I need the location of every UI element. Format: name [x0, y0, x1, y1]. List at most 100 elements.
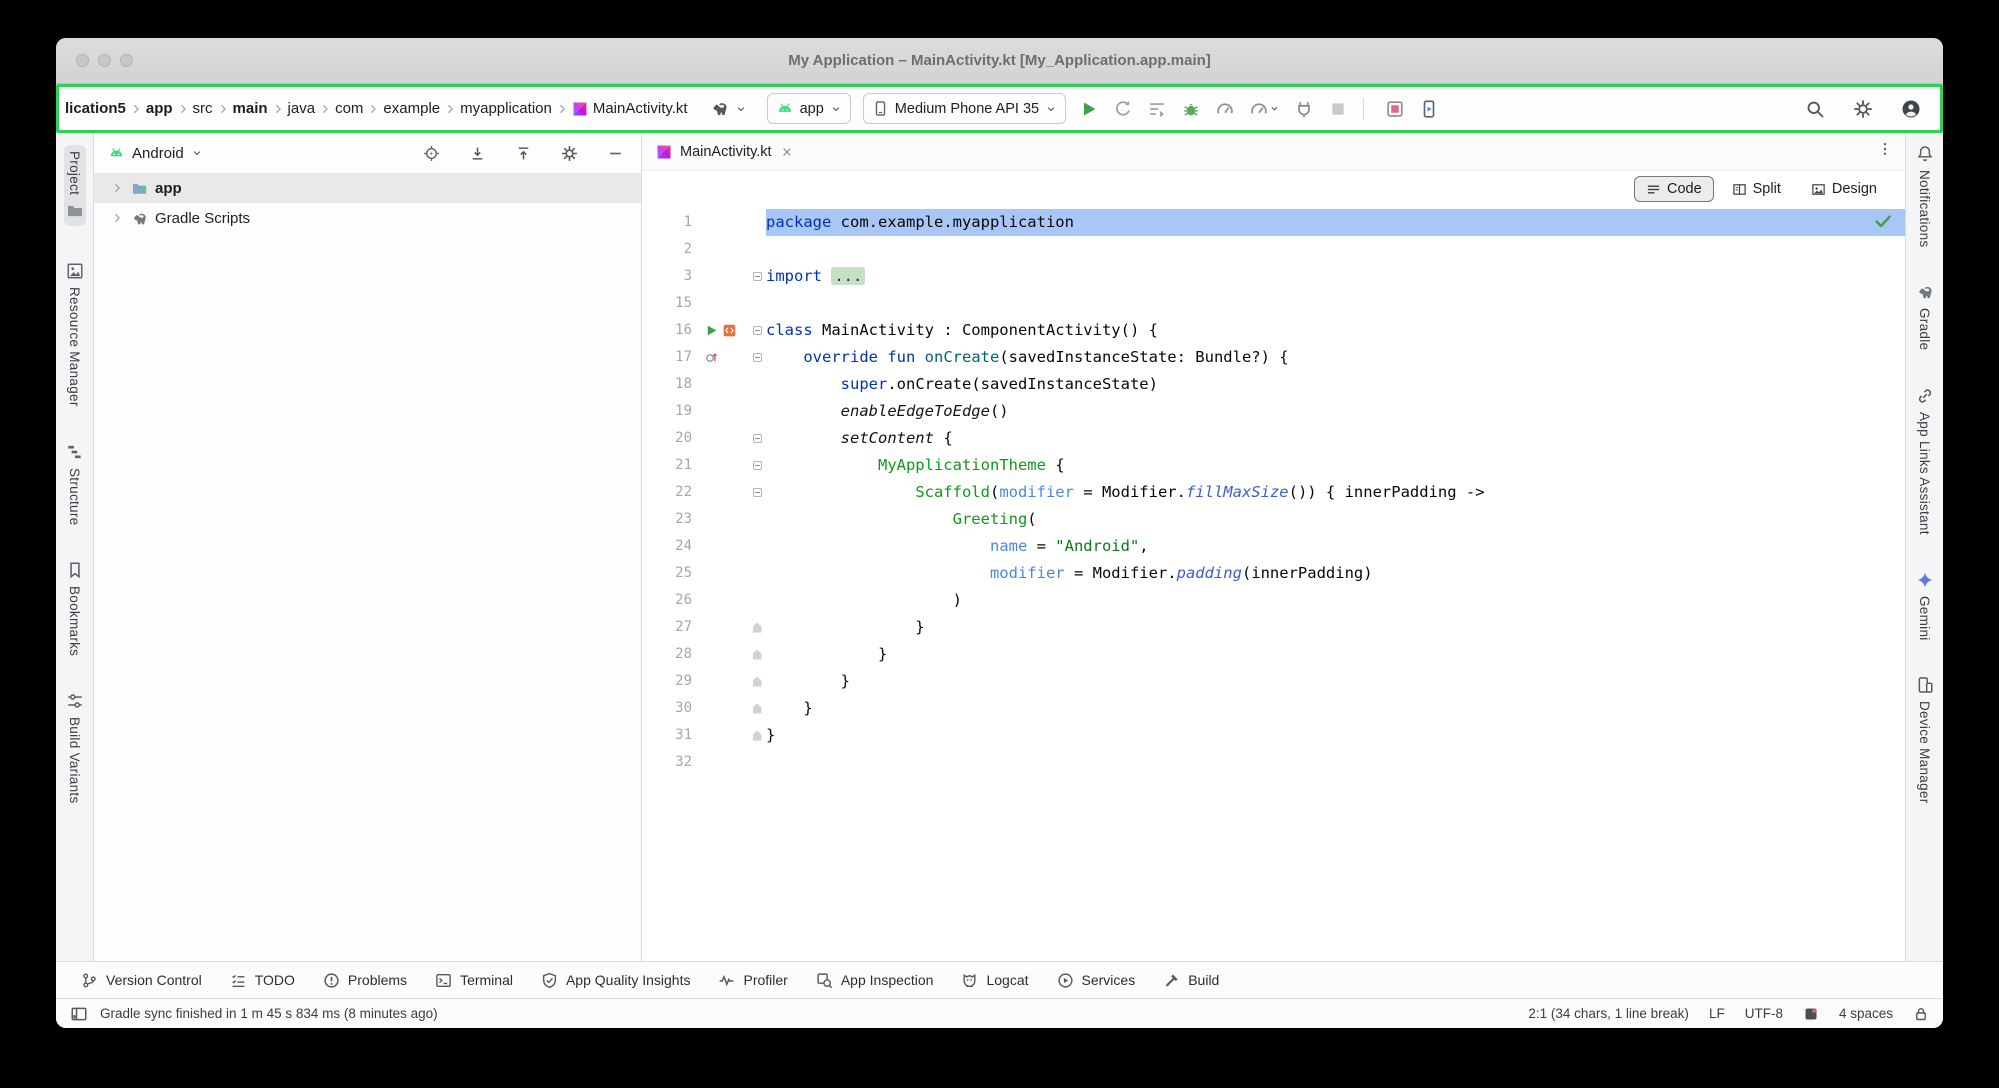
editor-tab[interactable]: MainActivity.kt: [642, 133, 808, 170]
caret-position[interactable]: 2:1 (34 chars, 1 line break): [1528, 1006, 1689, 1021]
fold-marker-icon[interactable]: [753, 677, 762, 687]
breadcrumb-item-src[interactable]: src: [191, 99, 215, 118]
code-line-15[interactable]: 15: [642, 290, 1905, 317]
layout-inspector-button[interactable]: [1381, 95, 1409, 123]
code-line-25[interactable]: 25 modifier = Modifier.padding(innerPadd…: [642, 560, 1905, 587]
code-line-26[interactable]: 26 ): [642, 587, 1905, 614]
view-mode-design[interactable]: Design: [1799, 176, 1889, 202]
tool-window-app-quality-insights[interactable]: App Quality Insights: [530, 968, 702, 993]
tool-window-build[interactable]: Build: [1152, 968, 1230, 993]
apply-changes-button[interactable]: [1109, 95, 1137, 123]
tool-stripe-device-manager[interactable]: Device Manager: [1916, 676, 1934, 804]
fold-marker-icon[interactable]: [753, 461, 762, 470]
inspections-ok-icon[interactable]: [1873, 211, 1893, 231]
code-line-30[interactable]: 30 }: [642, 695, 1905, 722]
running-devices-button[interactable]: [1415, 95, 1443, 123]
tree-node-gradle-scripts[interactable]: Gradle Scripts: [94, 203, 641, 233]
breadcrumb-item-mainactivity-kt[interactable]: MainActivity.kt: [570, 99, 690, 118]
code-line-17[interactable]: 17 override fun onCreate(savedInstanceSt…: [642, 344, 1905, 371]
tool-stripe-gradle[interactable]: Gradle: [1916, 283, 1934, 350]
gradle-sync-button[interactable]: [702, 97, 755, 120]
minimize-window-button[interactable]: [98, 54, 111, 67]
fold-marker-icon[interactable]: [753, 731, 762, 741]
stop-button[interactable]: [1324, 95, 1352, 123]
fold-marker-icon[interactable]: [753, 326, 762, 335]
editor-options-icon[interactable]: [1877, 141, 1905, 162]
run-button[interactable]: [1075, 95, 1103, 123]
profile-avatar-button[interactable]: [1897, 95, 1925, 123]
settings-button[interactable]: [557, 141, 582, 166]
tool-window-toggle-icon[interactable]: [70, 1005, 88, 1023]
tool-stripe-resource-manager[interactable]: Resource Manager: [66, 262, 84, 407]
code-line-16[interactable]: 16class MainActivity : ComponentActivity…: [642, 317, 1905, 344]
tree-node-app[interactable]: app: [94, 173, 641, 203]
tool-stripe-notifications[interactable]: Notifications: [1916, 145, 1934, 247]
tool-window-problems[interactable]: Problems: [312, 968, 418, 993]
code-line-3[interactable]: 3import ...: [642, 263, 1905, 290]
hide-panel-button[interactable]: [603, 141, 628, 166]
write-access[interactable]: [1913, 1006, 1929, 1022]
breadcrumb-item-java[interactable]: java: [286, 99, 318, 118]
profile-button[interactable]: [1211, 95, 1239, 123]
fold-marker-icon[interactable]: [753, 488, 762, 497]
profiler-options-button[interactable]: [1245, 95, 1284, 123]
fold-marker-icon[interactable]: [753, 434, 762, 443]
tool-stripe-project[interactable]: Project: [64, 145, 86, 226]
code-line-24[interactable]: 24 name = "Android",: [642, 533, 1905, 560]
breadcrumb-item-main[interactable]: main: [231, 99, 270, 118]
code-line-28[interactable]: 28 }: [642, 641, 1905, 668]
project-view-selector[interactable]: Android: [108, 145, 203, 162]
code-line-1[interactable]: 1package com.example.myapplication: [642, 209, 1905, 236]
override-icon[interactable]: [704, 350, 719, 365]
code-line-23[interactable]: 23 Greeting(: [642, 506, 1905, 533]
device-selector[interactable]: Medium Phone API 35: [863, 93, 1066, 124]
breadcrumb-item-myapplication[interactable]: myapplication: [458, 99, 554, 118]
code-line-27[interactable]: 27 }: [642, 614, 1905, 641]
file-encoding[interactable]: UTF-8: [1745, 1006, 1783, 1021]
indent-style[interactable]: 4 spaces: [1839, 1006, 1893, 1021]
play-icon[interactable]: [704, 323, 719, 338]
view-mode-split[interactable]: Split: [1720, 176, 1793, 202]
close-tab-icon[interactable]: [780, 145, 794, 159]
tool-stripe-gemini[interactable]: Gemini: [1916, 571, 1934, 641]
tool-stripe-structure[interactable]: Structure: [66, 443, 84, 525]
code-editor[interactable]: 1package com.example.myapplication23impo…: [642, 207, 1905, 961]
code-line-31[interactable]: 31}: [642, 722, 1905, 749]
code-line-22[interactable]: 22 Scaffold(modifier = Modifier.fillMaxS…: [642, 479, 1905, 506]
fold-marker-icon[interactable]: [753, 272, 762, 281]
tool-window-version-control[interactable]: Version Control: [70, 968, 213, 993]
tool-stripe-build-variants[interactable]: Build Variants: [66, 692, 84, 804]
locate-file-button[interactable]: [419, 141, 444, 166]
attach-debugger-button[interactable]: [1290, 95, 1318, 123]
fold-marker-icon[interactable]: [753, 704, 762, 714]
settings-button[interactable]: [1849, 95, 1877, 123]
fold-marker-icon[interactable]: [753, 623, 762, 633]
tool-window-app-inspection[interactable]: App Inspection: [805, 968, 945, 993]
run-configuration-selector[interactable]: app: [767, 93, 851, 124]
code-line-21[interactable]: 21 MyApplicationTheme {: [642, 452, 1905, 479]
code-line-18[interactable]: 18 super.onCreate(savedInstanceState): [642, 371, 1905, 398]
code-line-20[interactable]: 20 setContent {: [642, 425, 1905, 452]
collapse-all-button[interactable]: [511, 141, 536, 166]
tool-window-logcat[interactable]: Logcat: [950, 968, 1039, 993]
code-line-32[interactable]: 32: [642, 749, 1905, 776]
tool-window-profiler[interactable]: Profiler: [707, 968, 798, 993]
search-everywhere-button[interactable]: [1801, 95, 1829, 123]
breadcrumb-item-example[interactable]: example: [381, 99, 442, 118]
apply-code-changes-button[interactable]: [1143, 95, 1171, 123]
code-line-19[interactable]: 19 enableEdgeToEdge(): [642, 398, 1905, 425]
compose-icon[interactable]: [722, 323, 737, 338]
breadcrumb-item-com[interactable]: com: [333, 99, 365, 118]
breadcrumb-item-lication5[interactable]: lication5: [63, 99, 128, 118]
line-separator[interactable]: LF: [1709, 1006, 1725, 1021]
status-widget[interactable]: [1803, 1006, 1819, 1022]
tool-window-services[interactable]: Services: [1046, 968, 1147, 993]
code-line-29[interactable]: 29 }: [642, 668, 1905, 695]
view-mode-code[interactable]: Code: [1634, 176, 1714, 202]
fold-marker-icon[interactable]: [753, 650, 762, 660]
tool-stripe-bookmarks[interactable]: Bookmarks: [66, 561, 84, 656]
tool-stripe-app-links-assistant[interactable]: App Links Assistant: [1916, 387, 1934, 535]
breadcrumb-item-app[interactable]: app: [144, 99, 175, 118]
code-line-2[interactable]: 2: [642, 236, 1905, 263]
expand-all-button[interactable]: [465, 141, 490, 166]
